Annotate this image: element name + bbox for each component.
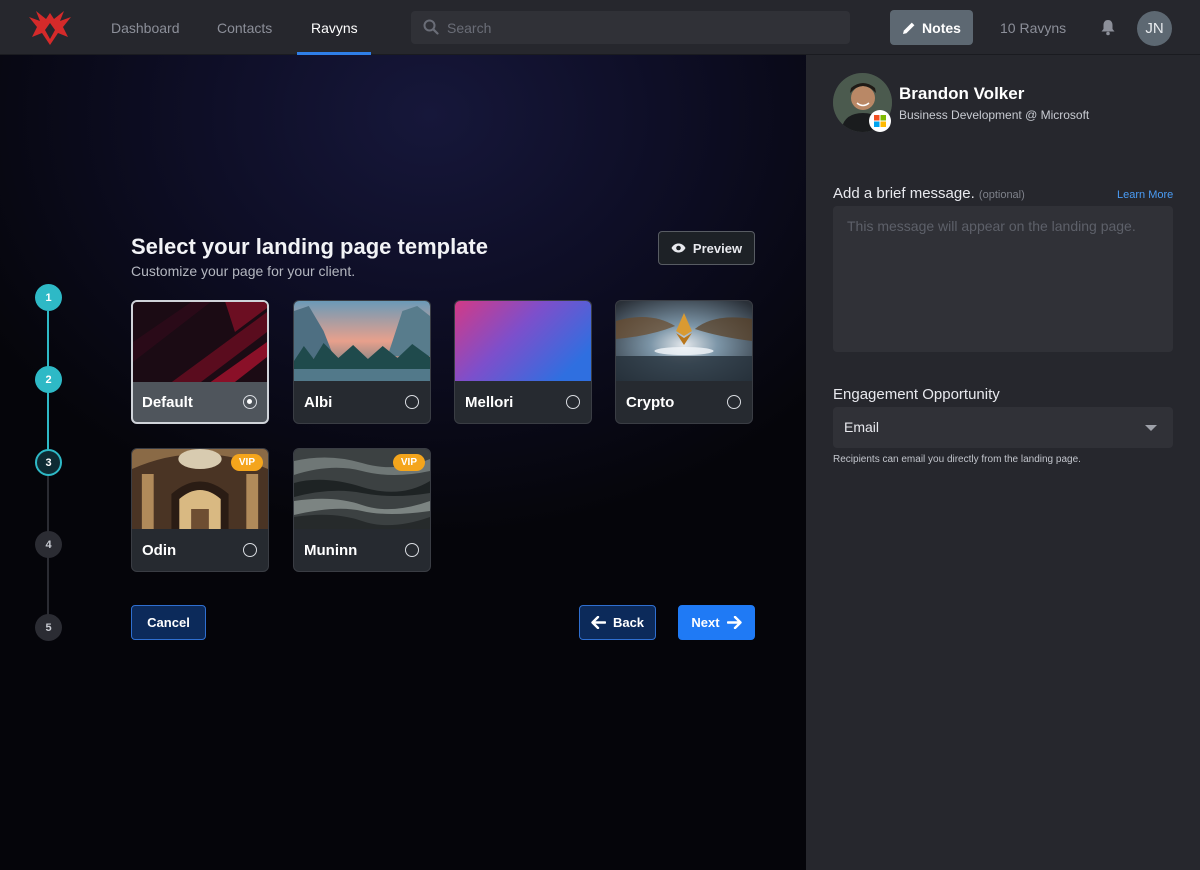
engagement-help-text: Recipients can email you directly from t… xyxy=(833,454,1081,465)
template-radio[interactable] xyxy=(566,395,580,409)
template-thumb-default xyxy=(133,302,267,382)
cancel-button-label: Cancel xyxy=(147,615,190,630)
template-card-muninn[interactable]: VIP Muninn xyxy=(293,448,431,572)
notes-button-label: Notes xyxy=(922,19,961,36)
top-navbar: Dashboard Contacts Ravyns Notes 10 Ravyn… xyxy=(0,0,1200,55)
template-name: Crypto xyxy=(626,394,675,411)
template-name: Mellori xyxy=(465,394,514,411)
template-radio[interactable] xyxy=(243,543,257,557)
next-button-label: Next xyxy=(691,615,720,630)
step-3: 3 xyxy=(35,449,62,476)
page-title: Select your landing page template xyxy=(131,234,488,259)
next-button[interactable]: Next xyxy=(678,605,755,640)
arrow-right-icon xyxy=(726,616,742,629)
right-panel: Brandon Volker Business Development @ Mi… xyxy=(806,55,1200,870)
template-card-crypto[interactable]: Crypto xyxy=(615,300,753,424)
message-label-text: Add a brief message. xyxy=(833,185,975,202)
arrow-left-icon xyxy=(591,616,606,629)
ravyn-logo[interactable] xyxy=(28,9,72,47)
ravyns-count-link[interactable]: 10 Ravyns xyxy=(1000,0,1066,55)
vip-badge: VIP xyxy=(230,454,263,471)
template-card-default[interactable]: Default xyxy=(131,300,269,424)
contact-name: Brandon Volker xyxy=(899,84,1025,103)
vip-badge: VIP xyxy=(392,454,425,471)
message-textarea[interactable] xyxy=(833,206,1173,352)
engagement-label: Engagement Opportunity xyxy=(833,386,1000,403)
step-4: 4 xyxy=(35,531,62,558)
learn-more-link[interactable]: Learn More xyxy=(1117,189,1173,201)
preview-button-label: Preview xyxy=(692,240,743,256)
nav-dashboard[interactable]: Dashboard xyxy=(111,0,180,55)
user-avatar[interactable]: JN xyxy=(1137,11,1172,46)
bell-icon[interactable] xyxy=(1100,19,1116,36)
step-2: 2 xyxy=(35,366,62,393)
message-label: Add a brief message. (optional) xyxy=(833,185,1025,202)
microsoft-logo-icon xyxy=(869,110,891,132)
nav-ravyns[interactable]: Ravyns xyxy=(311,0,358,55)
search-input[interactable] xyxy=(447,11,837,44)
nav-contacts[interactable]: Contacts xyxy=(217,0,272,55)
back-button[interactable]: Back xyxy=(579,605,656,640)
engagement-selected-value: Email xyxy=(844,419,880,435)
template-radio[interactable] xyxy=(405,395,419,409)
template-card-odin[interactable]: VIP Odin xyxy=(131,448,269,572)
template-radio-selected[interactable] xyxy=(243,395,257,409)
template-name: Odin xyxy=(142,542,177,559)
cancel-button[interactable]: Cancel xyxy=(131,605,206,640)
notes-button[interactable]: Notes xyxy=(890,10,973,45)
template-card-mellori[interactable]: Mellori xyxy=(454,300,592,424)
search-icon xyxy=(423,19,439,35)
template-thumb-mellori xyxy=(455,301,591,381)
page-subtitle: Customize your page for your client. xyxy=(131,263,356,279)
template-name: Muninn xyxy=(304,542,358,559)
template-card-albi[interactable]: Albi xyxy=(293,300,431,424)
template-name: Albi xyxy=(304,394,333,411)
main-content: 1 2 3 4 5 Select your landing page templ… xyxy=(0,55,806,870)
pencil-icon xyxy=(903,22,915,34)
template-thumb-albi xyxy=(294,301,430,381)
search-bar xyxy=(411,11,850,44)
contact-role: Business Development @ Microsoft xyxy=(899,108,1090,122)
template-radio[interactable] xyxy=(727,395,741,409)
step-5: 5 xyxy=(35,614,62,641)
engagement-select[interactable]: Email xyxy=(833,407,1173,448)
step-1: 1 xyxy=(35,284,62,311)
eye-icon xyxy=(671,243,686,253)
caret-down-icon xyxy=(1145,425,1157,431)
message-optional-hint: (optional) xyxy=(978,189,1025,201)
template-thumb-crypto xyxy=(616,301,752,381)
template-name: Default xyxy=(142,394,193,411)
back-button-label: Back xyxy=(612,615,645,630)
preview-button[interactable]: Preview xyxy=(658,231,755,265)
template-radio[interactable] xyxy=(405,543,419,557)
